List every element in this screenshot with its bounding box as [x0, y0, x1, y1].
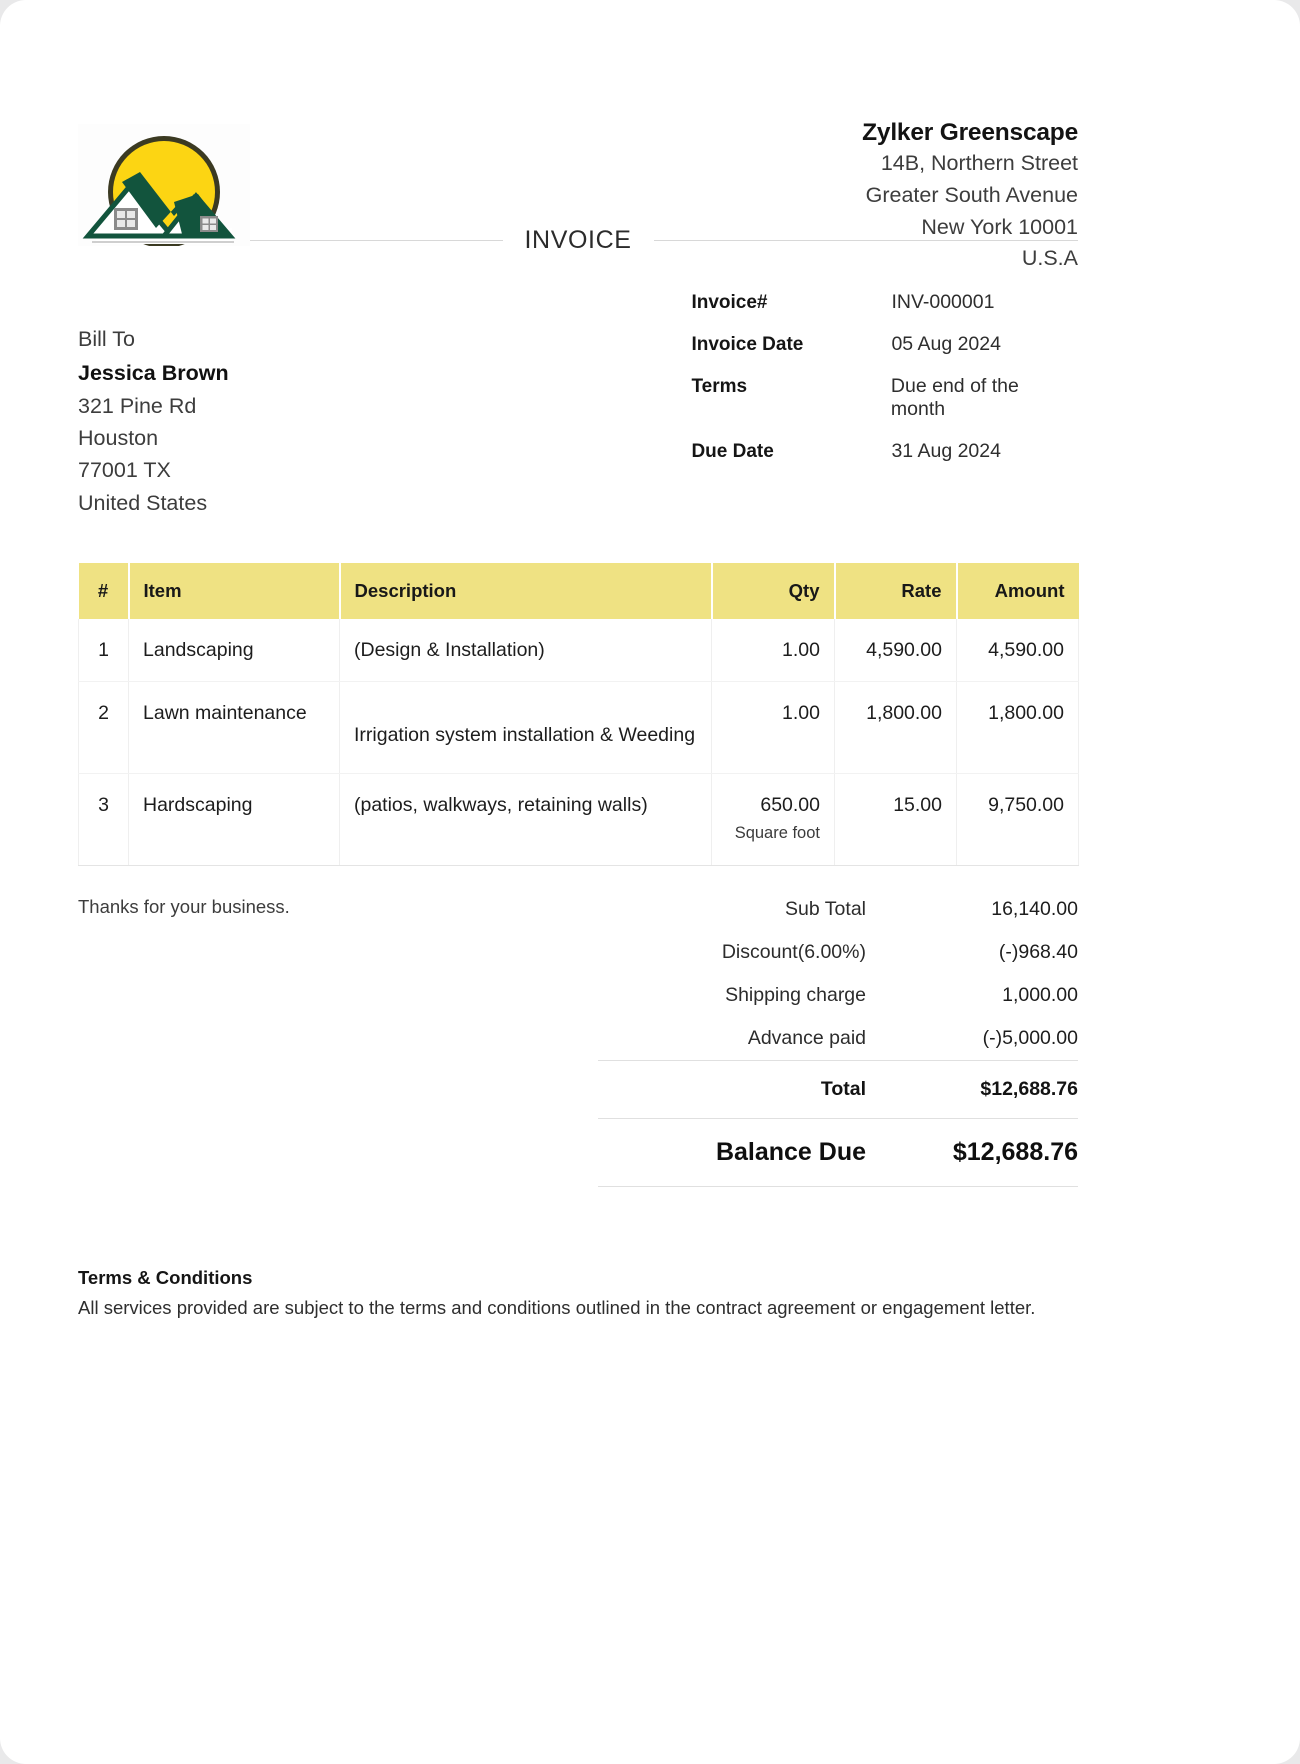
column-header-amount: Amount	[956, 562, 1079, 619]
detail-label-invoice-date: Invoice Date	[691, 334, 804, 355]
totals-label-sub-total: Sub Total	[785, 898, 866, 921]
detail-row-invoice-date: Invoice Date 05 Aug 2024	[691, 333, 1078, 356]
bill-to-address-line-4: United States	[78, 490, 208, 515]
cell-item: Hardscaping	[128, 773, 340, 867]
detail-value-due-date: 31 Aug 2024	[891, 440, 1001, 462]
table-row: 3 Hardscaping (patios, walkways, retaini…	[78, 773, 1079, 867]
company-logo	[78, 124, 250, 246]
bill-to-block: Bill To Jessica Brown 321 Pine Rd Housto…	[78, 291, 691, 519]
summary-section: Thanks for your business. Sub Total 16,1…	[78, 888, 1078, 1188]
bill-to-address-line-3: 77001 TX	[78, 458, 171, 483]
column-header-number: #	[78, 562, 130, 619]
sun-mountain-house-logo-icon	[82, 136, 236, 246]
bill-to-address-line-1: 321 Pine Rd	[78, 393, 197, 418]
totals-row-total: Total $12,688.76	[598, 1060, 1078, 1118]
company-address-line-4: U.S.A	[1021, 246, 1078, 271]
totals-row-balance-due: Balance Due $12,688.76	[598, 1118, 1078, 1186]
line-items-table: # Item Description Qty Rate Amount 1 Lan…	[78, 562, 1079, 867]
detail-value-invoice-date: 05 Aug 2024	[891, 333, 1001, 355]
totals-value-sub-total: 16,140.00	[991, 898, 1078, 921]
bill-to-label: Bill To	[78, 327, 135, 351]
totals-row-advance-paid: Advance paid (-)5,000.00	[598, 1017, 1078, 1060]
table-body: 1 Landscaping (Design & Installation) 1.…	[78, 618, 1079, 867]
terms-title: Terms & Conditions	[78, 1267, 253, 1289]
table-row: 1 Landscaping (Design & Installation) 1.…	[78, 618, 1079, 683]
table-header-row: # Item Description Qty Rate Amount	[78, 562, 1079, 619]
cell-qty-unit: Square foot	[734, 823, 820, 842]
column-header-qty: Qty	[711, 562, 836, 619]
cell-item: Landscaping	[128, 618, 340, 683]
terms-section: Terms & Conditions All services provided…	[78, 1267, 1078, 1322]
totals-block: Sub Total 16,140.00 Discount(6.00%) (-)9…	[598, 888, 1078, 1188]
invoice-header: Zylker Greenscape 14B, Northern Street G…	[78, 0, 1078, 270]
detail-value-terms: Due end of the month	[890, 375, 1019, 420]
cell-qty: 1.00	[711, 618, 835, 683]
totals-label-advance-paid: Advance paid	[747, 1027, 866, 1050]
totals-value-shipping-charge: 1,000.00	[1002, 984, 1078, 1007]
invoice-sheet: Zylker Greenscape 14B, Northern Street G…	[78, 0, 1079, 1322]
totals-row-shipping-charge: Shipping charge 1,000.00	[598, 974, 1078, 1017]
bill-to-name: Jessica Brown	[78, 361, 229, 386]
cell-qty-value: 1.00	[782, 638, 820, 661]
bill-to-address-line-2: Houston	[78, 426, 159, 451]
cell-amount: 9,750.00	[956, 773, 1079, 867]
detail-label-invoice-number: Invoice#	[691, 292, 768, 313]
cell-amount: 1,800.00	[956, 681, 1079, 775]
column-header-rate: Rate	[834, 562, 958, 619]
table-row: 2 Lawn maintenance Irrigation system ins…	[78, 681, 1079, 775]
terms-body: All services provided are subject to the…	[78, 1297, 1036, 1319]
detail-label-terms: Terms	[691, 376, 748, 397]
totals-row-sub-total: Sub Total 16,140.00	[598, 888, 1078, 931]
cell-rate: 4,590.00	[834, 618, 957, 683]
cell-rate: 1,800.00	[834, 681, 957, 775]
totals-value-discount: (-)968.40	[998, 941, 1078, 964]
totals-value-advance-paid: (-)5,000.00	[982, 1027, 1078, 1050]
detail-label-due-date: Due Date	[691, 441, 774, 462]
invoice-details-block: Invoice# INV-000001 Invoice Date 05 Aug …	[691, 291, 1078, 519]
cell-number: 2	[78, 681, 129, 775]
cell-description: (patios, walkways, retaining walls)	[339, 773, 712, 867]
totals-value-total: $12,688.76	[980, 1078, 1078, 1101]
totals-label-discount: Discount(6.00%)	[721, 941, 866, 964]
detail-value-invoice-number: INV-000001	[891, 291, 995, 313]
totals-label-balance-due: Balance Due	[715, 1138, 866, 1167]
cell-number: 1	[78, 618, 129, 683]
cell-description-text: Irrigation system installation & Weeding	[354, 724, 696, 747]
column-header-item: Item	[128, 562, 341, 619]
totals-row-discount: Discount(6.00%) (-)968.40	[598, 931, 1078, 974]
cell-amount: 4,590.00	[956, 618, 1079, 683]
invoice-meta: Bill To Jessica Brown 321 Pine Rd Housto…	[78, 291, 1078, 519]
column-header-description: Description	[339, 562, 713, 619]
totals-value-balance-due: $12,688.76	[952, 1138, 1078, 1167]
cell-description: (Design & Installation)	[339, 618, 712, 683]
cell-qty: 1.00	[711, 681, 835, 775]
cell-qty-value: 1.00	[782, 702, 820, 725]
cell-number: 3	[78, 773, 129, 867]
totals-bottom-rule	[598, 1186, 1078, 1188]
totals-label-shipping-charge: Shipping charge	[725, 984, 866, 1007]
detail-row-due-date: Due Date 31 Aug 2024	[691, 440, 1078, 463]
cell-rate: 15.00	[834, 773, 957, 867]
invoice-page: Zylker Greenscape 14B, Northern Street G…	[0, 0, 1300, 1764]
cell-qty-value: 650.00	[760, 794, 820, 817]
cell-item: Lawn maintenance	[128, 681, 340, 775]
thanks-note: Thanks for your business.	[78, 896, 290, 918]
detail-row-invoice-number: Invoice# INV-000001	[691, 291, 1078, 314]
cell-description: Irrigation system installation & Weeding	[339, 681, 712, 775]
totals-label-total: Total	[820, 1078, 866, 1101]
cell-qty: 650.00 Square foot	[711, 773, 835, 867]
detail-row-terms: Terms Due end of the month	[691, 375, 1078, 421]
table-header: # Item Description Qty Rate Amount	[78, 562, 1079, 619]
